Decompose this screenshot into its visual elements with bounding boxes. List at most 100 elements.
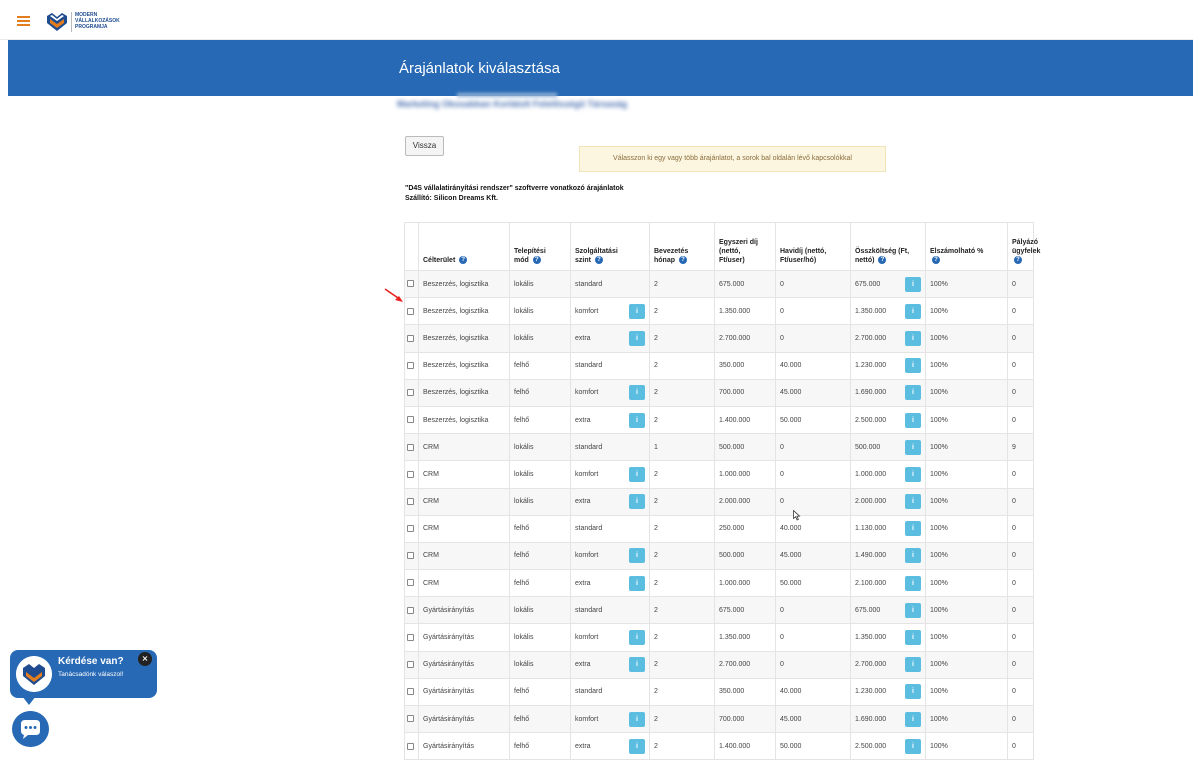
info-icon[interactable]: i (905, 602, 921, 618)
cell-total-cost: i 2.700.000 (850, 650, 926, 679)
cell-total-cost: i 1.490.000 (850, 541, 926, 571)
cell-target: Beszerzés, logisztika (418, 405, 510, 435)
info-icon[interactable]: i (905, 575, 921, 591)
cell-install: lokális (509, 433, 571, 462)
info-icon[interactable]: i (629, 412, 645, 428)
help-icon[interactable]: ? (459, 256, 468, 265)
info-icon[interactable]: i (629, 711, 645, 727)
help-icon[interactable]: ? (1014, 256, 1022, 265)
back-button[interactable]: Vissza (405, 136, 444, 156)
cell-monthly-fee: 0 (775, 460, 851, 489)
info-icon[interactable]: i (905, 657, 921, 673)
help-icon[interactable]: ? (594, 256, 603, 265)
total-cost-label: 675.000 (855, 280, 881, 288)
cell-target: Beszerzés, logisztika (418, 297, 510, 326)
info-icon[interactable]: i (629, 385, 645, 401)
info-icon[interactable]: i (905, 684, 921, 700)
cell-total-cost: i 1.130.000 (850, 514, 926, 543)
header-onetime-fee: Egyszeri díj (nettó, Ft/user) (714, 222, 776, 271)
row-checkbox[interactable] (407, 525, 414, 533)
info-icon[interactable]: i (905, 303, 921, 319)
help-icon[interactable]: ? (932, 256, 940, 265)
cell-total-cost: i 1.230.000 (850, 351, 926, 380)
row-checkbox[interactable] (407, 280, 414, 288)
cell-total-cost: i 2.700.000 (850, 324, 926, 353)
help-icon[interactable]: ? (878, 256, 887, 265)
info-icon[interactable]: i (629, 330, 645, 346)
info-icon[interactable]: i (905, 439, 921, 455)
header-eligible-label: Elszámolható % (930, 248, 984, 255)
row-checkbox[interactable] (407, 715, 414, 723)
table-row: CRM felhő i komfort 2 500.000 45.000 i 1.490.000… (404, 541, 1034, 571)
info-icon[interactable]: i (905, 385, 921, 401)
cell-intro-months: 2 (649, 324, 715, 353)
cell-install: lokális (509, 623, 571, 652)
service-level-label: extra (575, 498, 591, 506)
mouse-cursor-icon (793, 510, 801, 521)
info-icon[interactable]: i (629, 575, 645, 591)
row-checkbox[interactable] (407, 389, 414, 397)
cell-total-cost: i 1.690.000 (850, 378, 926, 407)
hamburger-icon[interactable] (17, 16, 30, 26)
row-checkbox[interactable] (407, 416, 414, 424)
info-icon[interactable]: i (629, 303, 645, 319)
info-icon[interactable]: i (905, 711, 921, 727)
table-row: Beszerzés, logisztika lokális i komfort 2 1.3… (404, 297, 1034, 326)
cell-intro-months: 2 (649, 650, 715, 679)
info-icon[interactable]: i (905, 494, 921, 510)
info-icon[interactable]: i (905, 358, 921, 374)
row-checkbox[interactable] (407, 307, 414, 315)
info-icon[interactable]: i (905, 548, 921, 564)
total-cost-label: 1.230.000 (855, 688, 887, 696)
row-checkbox[interactable] (407, 742, 414, 750)
cell-onetime-fee: 350.000 (714, 351, 776, 380)
help-icon[interactable]: ? (532, 256, 541, 265)
total-cost-label: 1.130.000 (855, 525, 887, 533)
cell-service-level: i komfort (570, 378, 650, 407)
info-icon[interactable]: i (905, 330, 921, 346)
row-checkbox[interactable] (407, 443, 414, 451)
info-icon[interactable]: i (629, 657, 645, 673)
service-level-label: standard (575, 362, 603, 370)
cell-total-cost: i 675.000 (850, 596, 926, 625)
info-icon[interactable]: i (905, 412, 921, 428)
info-icon[interactable]: i (629, 738, 645, 754)
mvp-logo-icon[interactable] (46, 11, 68, 33)
cell-service-level: standard (570, 596, 650, 625)
row-checkbox[interactable] (407, 633, 414, 641)
row-checkbox[interactable] (407, 606, 414, 614)
row-checkbox[interactable] (407, 470, 414, 478)
row-select-cell (404, 433, 419, 462)
row-checkbox[interactable] (407, 579, 414, 587)
info-icon[interactable]: i (629, 466, 645, 482)
close-icon[interactable]: × (138, 652, 152, 666)
cell-onetime-fee: 700.000 (714, 378, 776, 407)
cell-monthly-fee: 50.000 (775, 732, 851, 760)
row-checkbox[interactable] (407, 552, 414, 560)
row-checkbox[interactable] (407, 361, 414, 369)
row-checkbox[interactable] (407, 688, 414, 696)
info-icon[interactable]: i (905, 276, 921, 292)
total-cost-label: 2.000.000 (855, 498, 887, 506)
help-icon[interactable]: ? (678, 256, 687, 265)
info-icon[interactable]: i (905, 466, 921, 482)
service-level-label: komfort (575, 552, 599, 560)
cell-onetime-fee: 700.000 (714, 704, 776, 734)
cell-intro-months: 1 (649, 433, 715, 462)
cell-clients: 0 (1007, 514, 1034, 543)
info-icon[interactable]: i (905, 738, 921, 754)
info-icon[interactable]: i (629, 630, 645, 646)
cell-onetime-fee: 1.000.000 (714, 569, 776, 598)
chat-icon[interactable] (12, 711, 49, 747)
page-banner: Árajánlatok kiválasztása (8, 40, 1193, 96)
cell-total-cost: i 2.500.000 (850, 405, 926, 435)
info-icon[interactable]: i (629, 494, 645, 510)
table-row: Gyártásirányítás lokális i extra 2 2.700.000 0… (404, 650, 1034, 679)
header-onetime-label-3: Ft/user) (719, 257, 745, 264)
info-icon[interactable]: i (905, 630, 921, 646)
info-icon[interactable]: i (629, 548, 645, 564)
info-icon[interactable]: i (905, 521, 921, 537)
row-checkbox[interactable] (407, 497, 414, 505)
row-checkbox[interactable] (407, 334, 414, 342)
row-checkbox[interactable] (407, 661, 414, 669)
